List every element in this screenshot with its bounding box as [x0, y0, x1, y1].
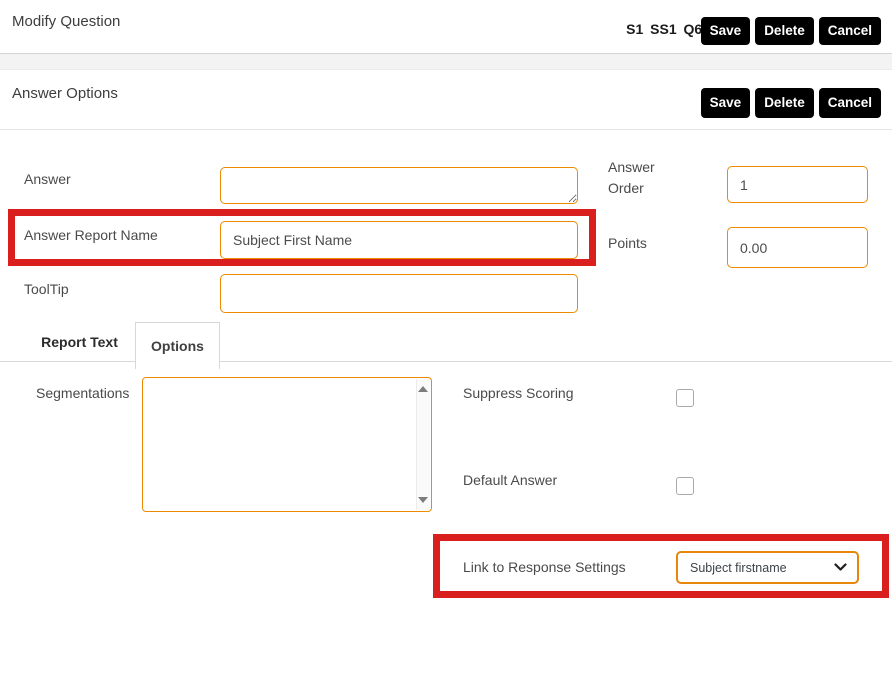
scroll-down-icon[interactable]	[418, 497, 428, 503]
answer-order-label: Answer Order	[608, 157, 678, 199]
points-input[interactable]	[727, 227, 868, 268]
link-to-response-settings-select[interactable]: Subject firstname	[676, 551, 859, 584]
cancel-button[interactable]: Cancel	[819, 17, 881, 45]
delete-button[interactable]: Delete	[755, 88, 814, 118]
top-button-row: Save Delete Cancel	[701, 17, 881, 45]
default-answer-checkbox[interactable]	[676, 477, 694, 495]
link-to-response-settings-label: Link to Response Settings	[463, 557, 626, 578]
section-title: Answer Options	[12, 85, 118, 102]
answer-options-button-row: Save Delete Cancel	[701, 88, 881, 118]
tooltip-label: ToolTip	[24, 279, 69, 300]
scroll-up-icon[interactable]	[418, 386, 428, 392]
segmentations-label: Segmentations	[36, 383, 129, 404]
answer-textarea[interactable]	[220, 167, 578, 204]
delete-button[interactable]: Delete	[755, 17, 814, 45]
points-label: Points	[608, 233, 647, 254]
answer-report-name-input[interactable]	[220, 221, 578, 259]
answer-label: Answer	[24, 169, 71, 190]
suppress-scoring-label: Suppress Scoring	[463, 383, 574, 404]
tab-options[interactable]: Options	[135, 322, 220, 369]
chevron-down-icon	[834, 563, 847, 572]
modify-question-page: Modify Question S1 SS1 Q60 Save Delete C…	[0, 0, 892, 673]
tab-report-text[interactable]: Report Text	[24, 322, 135, 362]
page-title: Modify Question	[12, 13, 120, 30]
question-reference: S1 SS1 Q60	[626, 21, 710, 37]
default-answer-label: Default Answer	[463, 470, 557, 491]
tab-divider	[0, 361, 892, 362]
answer-order-input[interactable]	[727, 166, 868, 203]
section-divider-band	[0, 53, 892, 70]
listbox-scrollbar[interactable]	[416, 379, 430, 510]
save-button[interactable]: Save	[701, 17, 751, 45]
header-divider	[0, 129, 892, 130]
answer-report-name-label: Answer Report Name	[24, 225, 158, 246]
tooltip-input[interactable]	[220, 274, 578, 313]
save-button[interactable]: Save	[701, 88, 751, 118]
suppress-scoring-checkbox[interactable]	[676, 389, 694, 407]
select-selected-value: Subject firstname	[690, 561, 834, 575]
segmentations-listbox[interactable]	[142, 377, 432, 512]
cancel-button[interactable]: Cancel	[819, 88, 881, 118]
